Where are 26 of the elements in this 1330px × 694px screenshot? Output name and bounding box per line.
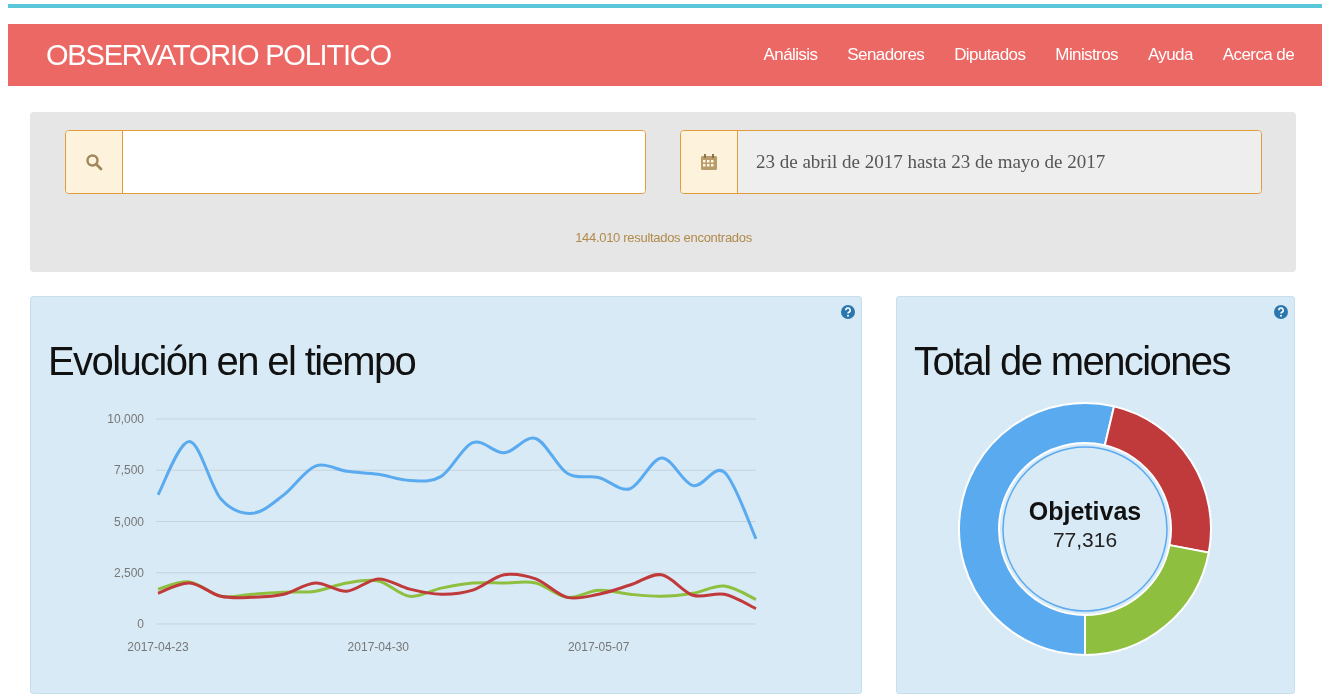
search-icon xyxy=(85,153,103,171)
nav-link[interactable]: Senadores xyxy=(847,45,925,65)
nav-link[interactable]: Acerca de xyxy=(1222,45,1294,65)
donut-center-label: Objetivas xyxy=(1028,497,1142,526)
nav-link[interactable]: Ministros xyxy=(1055,45,1118,65)
brand-logo[interactable]: OBSERVATORIO POLITICO xyxy=(46,38,391,72)
calendar-icon xyxy=(700,153,718,171)
axis-label: 10,000 xyxy=(107,412,144,426)
nav-link[interactable]: Ayuda xyxy=(1147,45,1193,65)
search-field[interactable] xyxy=(65,130,646,194)
results-count: 144.010 resultados encontrados xyxy=(574,230,753,245)
nav-link[interactable]: Diputados xyxy=(954,45,1026,65)
axis-label: 2017-04-23 xyxy=(127,640,189,654)
help-icon[interactable] xyxy=(841,305,855,319)
date-range-field[interactable]: 23 de abril de 2017 hasta 23 de mayo de 2017 xyxy=(680,130,1262,194)
axis-label: 5,000 xyxy=(113,514,144,529)
help-icon[interactable] xyxy=(1274,305,1288,319)
nav-link[interactable]: Análisis xyxy=(763,45,818,65)
axis-label: 7,500 xyxy=(113,463,144,478)
axis-label: 2,500 xyxy=(113,565,144,580)
card-title: Evolución en el tiempo xyxy=(48,338,417,385)
card-title: Total de menciones xyxy=(914,338,1231,385)
axis-label: 2017-04-30 xyxy=(347,640,409,654)
donut-center-value: 77,316 xyxy=(1051,528,1119,552)
axis-label: 0 xyxy=(137,617,144,631)
axis-label: 2017-05-07 xyxy=(567,640,630,654)
